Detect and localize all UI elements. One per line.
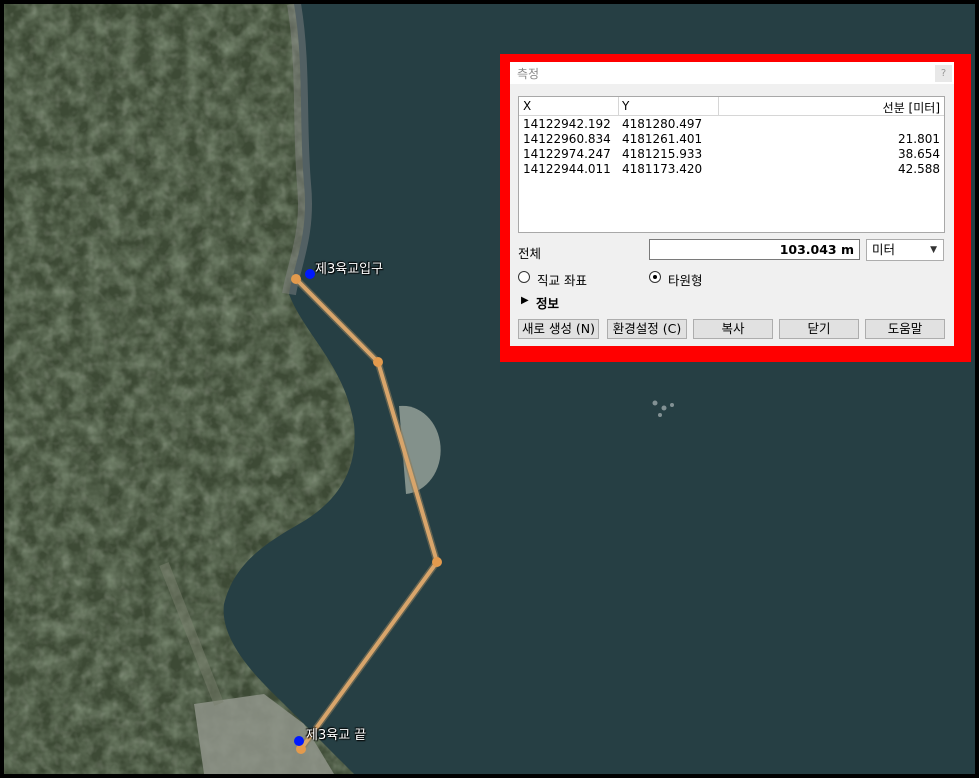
settings-button[interactable]: 환경설정 (C) [607, 319, 687, 339]
dialog-title: 측정 [517, 67, 540, 81]
total-label: 전체 [518, 246, 542, 261]
coordinates-table[interactable]: X Y 선분 [미터] 14122942.192 4181280.497 141… [518, 96, 945, 233]
triangle-right-icon: ▶ [521, 295, 529, 306]
radio-ellipsoidal[interactable]: 타원형 [649, 270, 769, 288]
help-button[interactable]: 도움말 [865, 319, 945, 339]
table-row[interactable]: 14122960.834 4181261.401 21.801 [519, 132, 944, 147]
copy-button[interactable]: 복사 [693, 319, 773, 339]
start-marker[interactable] [305, 269, 315, 279]
close-button[interactable]: 닫기 [779, 319, 859, 339]
dialog-titlebar[interactable]: 측정 ? [510, 62, 954, 84]
table-row[interactable]: 14122942.192 4181280.497 [519, 117, 944, 132]
label-start: 제3육교입구 [315, 262, 384, 277]
column-segment[interactable]: 선분 [미터] [883, 99, 940, 116]
table-row[interactable]: 14122944.011 4181173.420 42.588 [519, 162, 944, 177]
label-end: 제3육교 끝 [306, 728, 367, 743]
vertex-2 [373, 357, 383, 367]
column-x[interactable]: X [523, 99, 531, 113]
vertex-3 [432, 557, 442, 567]
help-icon[interactable]: ? [935, 65, 952, 82]
unit-select[interactable]: 미터 ▼ [866, 239, 944, 261]
table-header: X Y 선분 [미터] [519, 97, 944, 116]
column-y[interactable]: Y [622, 99, 629, 113]
chevron-down-icon: ▼ [930, 245, 937, 255]
radio-button-ellipsoidal[interactable] [649, 271, 661, 283]
vertex-1 [291, 274, 301, 284]
end-marker[interactable] [294, 736, 304, 746]
radio-button-cartesian[interactable] [518, 271, 530, 283]
table-row[interactable]: 14122974.247 4181215.933 38.654 [519, 147, 944, 162]
total-value-field[interactable]: 103.043 m [649, 239, 860, 260]
measure-dialog: 측정 ? X Y 선분 [미터] 14122942.192 4181280.49… [510, 62, 954, 346]
new-button[interactable]: 새로 생성 (N) [518, 319, 599, 339]
unit-selected: 미터 [872, 242, 896, 257]
radio-cartesian[interactable]: 직교 좌표 [518, 270, 638, 288]
